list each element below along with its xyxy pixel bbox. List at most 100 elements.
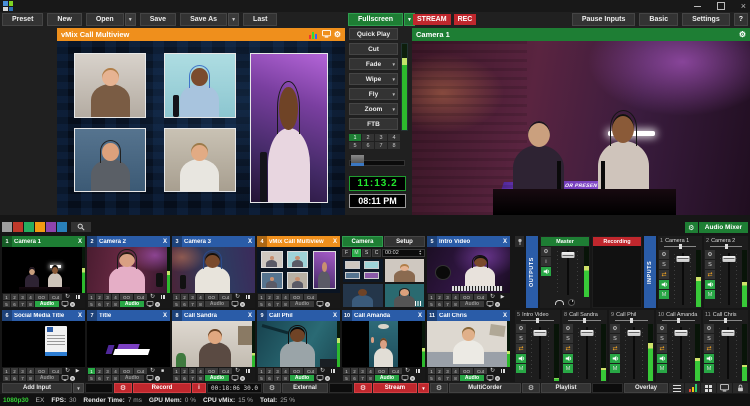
go-button[interactable]: GO <box>120 368 133 374</box>
help-button[interactable]: ? <box>734 13 748 26</box>
overlay-3-button[interactable]: 3 <box>19 368 26 374</box>
mode-c-button[interactable]: C <box>372 249 381 257</box>
info-button[interactable]: i <box>541 257 551 266</box>
bus-5-button[interactable]: 5 <box>173 375 180 381</box>
go-button[interactable]: GO <box>35 368 48 374</box>
strip-gear-icon[interactable]: ⚙ <box>610 324 620 333</box>
bus-routing-icon[interactable]: ⇄ <box>657 344 667 353</box>
pause-icon[interactable] <box>158 294 167 300</box>
overlay-1-button[interactable]: 1 <box>3 294 10 300</box>
audio-button[interactable]: Audio <box>290 375 314 381</box>
stinger-2-button[interactable]: 2 <box>362 134 374 141</box>
bus-5-button[interactable]: 5 <box>428 301 435 307</box>
pan-knob[interactable] <box>630 318 633 323</box>
pause-icon[interactable] <box>498 368 507 374</box>
strip-gear-icon[interactable]: ⚙ <box>659 250 669 259</box>
input-thumbnail[interactable] <box>2 247 85 293</box>
program-titlebar[interactable]: Camera 1 ⚙ <box>412 28 750 41</box>
loop-icon[interactable]: ↻ <box>233 294 242 300</box>
pan-slider[interactable] <box>659 244 701 249</box>
overlay-button[interactable]: Overlay <box>624 383 668 393</box>
audio-button[interactable]: Audio <box>205 301 229 307</box>
cut-button[interactable]: Cut <box>134 294 147 300</box>
pan-slider[interactable] <box>516 318 559 323</box>
pan-slider[interactable] <box>563 318 606 323</box>
mode-s-button[interactable]: S <box>362 249 371 257</box>
cut-button[interactable]: Cut <box>49 294 62 300</box>
bus-8-button[interactable]: 8 <box>112 375 119 381</box>
volume-fader[interactable] <box>716 324 740 381</box>
input-close-button[interactable]: X <box>160 239 170 245</box>
loop-icon[interactable]: ↻ <box>63 368 72 374</box>
loop-icon[interactable]: ↻ <box>148 294 157 300</box>
audio-button[interactable]: Audio <box>375 375 399 381</box>
loop-icon[interactable]: ↻ <box>148 368 157 374</box>
audio-button[interactable]: Audio <box>120 375 144 381</box>
chevron-down-icon[interactable]: ▼ <box>392 77 396 82</box>
monitor-icon[interactable] <box>145 375 154 381</box>
pan-knob[interactable] <box>583 318 586 323</box>
bus-8-button[interactable]: 8 <box>27 301 34 307</box>
overlay-3-button[interactable]: 3 <box>104 294 111 300</box>
save-as-button[interactable]: Save As <box>180 13 227 26</box>
stream-button[interactable]: Stream <box>373 383 417 393</box>
overlay-2-button[interactable]: 2 <box>181 294 188 300</box>
pan-knob[interactable] <box>679 244 682 249</box>
input-thumbnail[interactable] <box>2 321 85 367</box>
headphones-icon[interactable] <box>555 300 564 305</box>
input-thumbnail[interactable] <box>257 247 340 293</box>
monitor-icon[interactable] <box>60 375 69 381</box>
bus-8-button[interactable]: 8 <box>112 301 119 307</box>
solo-button[interactable]: S <box>659 260 669 269</box>
input-close-button[interactable]: X <box>500 239 510 245</box>
bus-routing-icon[interactable]: ⇄ <box>516 344 526 353</box>
pause-inputs-button[interactable]: Pause Inputs <box>572 13 636 26</box>
cut-button[interactable]: Cut <box>304 294 317 300</box>
stinger-6-button[interactable]: 6 <box>362 142 374 149</box>
audio-button[interactable]: Audio <box>120 301 144 307</box>
overlay-3-button[interactable]: 3 <box>189 368 196 374</box>
multicorder-button[interactable]: MultiCorder <box>449 383 521 393</box>
input-settings-icon[interactable] <box>155 376 160 381</box>
bus-8-button[interactable]: 8 <box>452 301 459 307</box>
overlay-4-button[interactable]: 4 <box>112 294 119 300</box>
input-header[interactable]: 10Call AmandaX <box>342 310 425 321</box>
bus-5-button[interactable]: 5 <box>343 375 350 381</box>
preview-video[interactable] <box>57 41 345 215</box>
bus-6-button[interactable]: 6 <box>266 375 273 381</box>
input-header[interactable]: 3Camera 3X <box>172 236 255 247</box>
basic-button[interactable]: Basic <box>639 13 678 26</box>
add-input-button[interactable]: Add Input <box>2 383 72 393</box>
loop-icon[interactable]: ↻ <box>488 368 497 374</box>
input-thumbnail[interactable] <box>87 247 170 293</box>
add-input-dropdown-icon[interactable]: ▼ <box>73 383 84 393</box>
chevron-down-icon[interactable]: ▼ <box>392 107 396 112</box>
bus-5-button[interactable]: 5 <box>258 301 265 307</box>
mode-m-button[interactable]: M <box>352 249 361 257</box>
play-icon[interactable]: ▶ <box>73 368 82 374</box>
save-button[interactable]: Save <box>140 13 176 26</box>
speaker-icon[interactable] <box>541 267 551 276</box>
fly-button[interactable]: Fly▼ <box>349 88 398 100</box>
overlay-2-button[interactable]: 2 <box>436 294 443 300</box>
stinger-4-button[interactable]: 4 <box>388 134 400 141</box>
pan-knob[interactable] <box>677 318 680 323</box>
external-field[interactable] <box>329 383 353 393</box>
overlay-2-button[interactable]: 2 <box>11 368 18 374</box>
overlay-1-button[interactable]: 1 <box>88 294 95 300</box>
settings-button[interactable]: Settings <box>682 13 730 26</box>
strip-gear-icon[interactable]: ⚙ <box>516 324 526 333</box>
external-button[interactable]: External <box>282 383 328 393</box>
input-close-button[interactable]: X <box>330 239 340 245</box>
record-button[interactable]: Record <box>133 383 191 393</box>
add-input-field[interactable] <box>85 383 113 393</box>
record-info-button[interactable]: i <box>192 383 206 393</box>
fade-button[interactable]: Fade▼ <box>349 58 398 70</box>
camera-source-button[interactable]: Camera <box>342 236 383 247</box>
new-button[interactable]: New <box>47 13 81 26</box>
input-close-button[interactable]: X <box>75 313 85 319</box>
fullscreen-monitor-icon[interactable] <box>717 383 732 393</box>
overlay-3-button[interactable]: 3 <box>104 368 111 374</box>
minimize-button[interactable] <box>694 6 701 7</box>
speaker-icon[interactable] <box>659 280 669 289</box>
